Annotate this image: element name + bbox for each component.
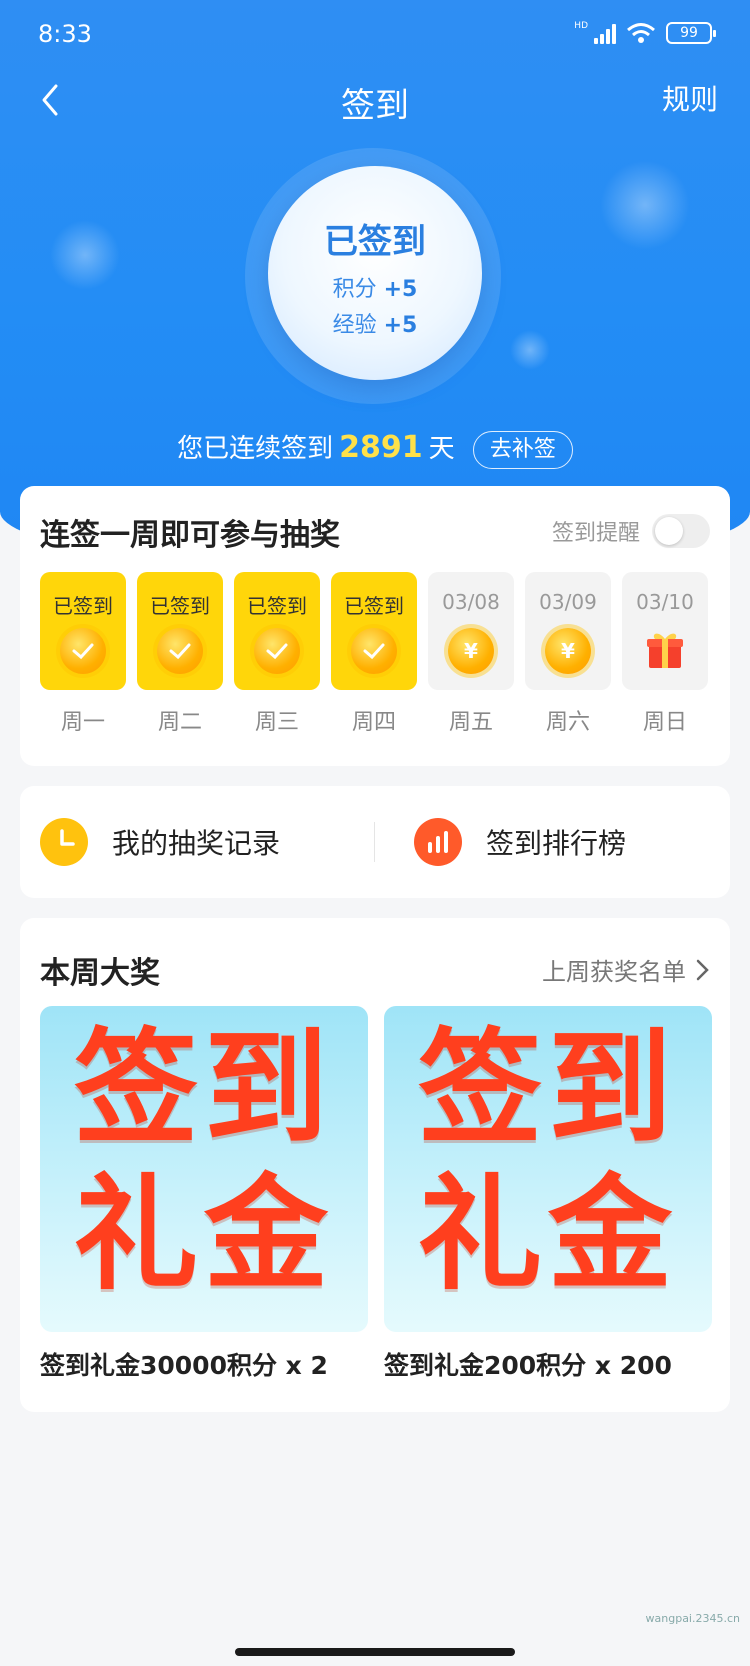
reminder-setting: 签到提醒 — [552, 514, 710, 548]
weekly-card-title: 连签一周即可参与抽奖 — [40, 518, 340, 553]
day-name: 周五 — [448, 710, 493, 735]
last-week-winners-label: 上周获奖名单 — [542, 958, 686, 986]
day-label: 已签到 — [53, 594, 113, 618]
clock-icon — [40, 818, 88, 866]
sign-in-circle[interactable]: 已签到 积分 +5 经验 +5 — [268, 166, 482, 380]
status-time: 8:33 — [38, 20, 92, 48]
week-days-row: 已签到 周一 已签到 周二 已签到 周三 已签到 周四 03/08 ¥ 周五 0… — [40, 572, 708, 736]
prize-image-text: 礼金 — [417, 1163, 678, 1307]
page-title: 签到 — [341, 86, 409, 126]
gift-icon — [647, 633, 683, 668]
shortcut-divider — [374, 822, 375, 862]
day-name: 周一 — [60, 710, 105, 735]
day-name: 周六 — [545, 710, 590, 735]
streak-line: 您已连续签到 2891 天 去补签 — [0, 428, 750, 469]
prize-item[interactable]: 签到 礼金 签到礼金30000积分 x 2 — [40, 1006, 368, 1382]
day-name: 周二 — [157, 710, 202, 735]
ranking-entry[interactable]: 签到排行榜 — [414, 786, 626, 898]
prize-image-text: 礼金 — [73, 1163, 334, 1307]
day-monday[interactable]: 已签到 周一 — [40, 572, 126, 736]
shortcut-card: 我的抽奖记录 签到排行榜 — [20, 786, 730, 898]
prize-name: 签到礼金30000积分 x 2 — [40, 1351, 328, 1380]
day-name: 周日 — [642, 710, 687, 735]
weekly-checkin-card: 连签一周即可参与抽奖 签到提醒 已签到 周一 已签到 周二 已签到 周三 已签到… — [20, 486, 730, 766]
day-label: 03/09 — [539, 590, 597, 614]
day-label: 已签到 — [150, 594, 210, 618]
prize-name: 签到礼金200积分 x 200 — [384, 1351, 672, 1380]
nav-bar: 签到 规则 — [0, 72, 750, 128]
exp-reward: 经验 +5 — [332, 313, 418, 338]
home-indicator — [235, 1648, 515, 1656]
day-name: 周三 — [254, 710, 299, 735]
status-bar: 8:33 HD 99 — [0, 0, 750, 70]
battery-icon: 99 — [666, 22, 716, 44]
chevron-right-icon — [696, 959, 709, 980]
watermark: wangpai.2345.cn — [645, 1612, 740, 1625]
prize-image: 签到 礼金 — [384, 1006, 712, 1332]
network-type: HD — [574, 21, 588, 31]
rules-link[interactable]: 规则 — [662, 78, 718, 118]
day-label: 03/08 — [442, 590, 500, 614]
day-label: 已签到 — [344, 594, 404, 618]
prize-image-text: 签到 — [417, 1017, 678, 1161]
sign-status: 已签到 — [324, 222, 426, 262]
check-coin-icon — [60, 628, 106, 674]
prize-image: 签到 礼金 — [40, 1006, 368, 1332]
bar-chart-icon — [414, 818, 462, 866]
check-coin-icon — [157, 628, 203, 674]
day-wednesday[interactable]: 已签到 周三 — [234, 572, 320, 736]
signal-icon — [594, 22, 616, 44]
day-tuesday[interactable]: 已签到 周二 — [137, 572, 223, 736]
day-friday[interactable]: 03/08 ¥ 周五 — [428, 572, 514, 736]
yen-coin-icon: ¥ — [545, 628, 591, 674]
prize-card-title: 本周大奖 — [40, 956, 160, 991]
ranking-label: 签到排行榜 — [486, 827, 627, 860]
lottery-record-entry[interactable]: 我的抽奖记录 — [40, 786, 280, 898]
last-week-winners-link[interactable]: 上周获奖名单 — [542, 952, 710, 987]
reminder-label: 签到提醒 — [551, 521, 640, 546]
lottery-record-label: 我的抽奖记录 — [112, 827, 281, 860]
streak-days: 2891 — [339, 430, 423, 465]
streak-prefix: 您已连续签到 — [177, 434, 334, 464]
makeup-sign-button[interactable]: 去补签 — [472, 430, 573, 469]
day-name: 周四 — [351, 710, 396, 735]
reminder-toggle[interactable] — [652, 514, 710, 548]
prize-item[interactable]: 签到 礼金 签到礼金200积分 x 200 — [384, 1006, 712, 1382]
prize-image-text: 签到 — [73, 1017, 334, 1161]
check-coin-icon — [254, 628, 300, 674]
day-label: 03/10 — [636, 590, 694, 614]
day-thursday[interactable]: 已签到 周四 — [331, 572, 417, 736]
day-label: 已签到 — [247, 594, 307, 618]
points-reward: 积分 +5 — [332, 277, 418, 302]
day-sunday[interactable]: 03/10 周日 — [622, 572, 708, 736]
streak-suffix: 天 — [428, 434, 455, 464]
weekly-prize-card: 本周大奖 上周获奖名单 签到 礼金 签到礼金30000积分 x 2 签到 礼金 … — [20, 918, 730, 1412]
check-coin-icon — [351, 628, 397, 674]
day-saturday[interactable]: 03/09 ¥ 周六 — [525, 572, 611, 736]
yen-coin-icon: ¥ — [448, 628, 494, 674]
wifi-icon — [627, 23, 655, 43]
